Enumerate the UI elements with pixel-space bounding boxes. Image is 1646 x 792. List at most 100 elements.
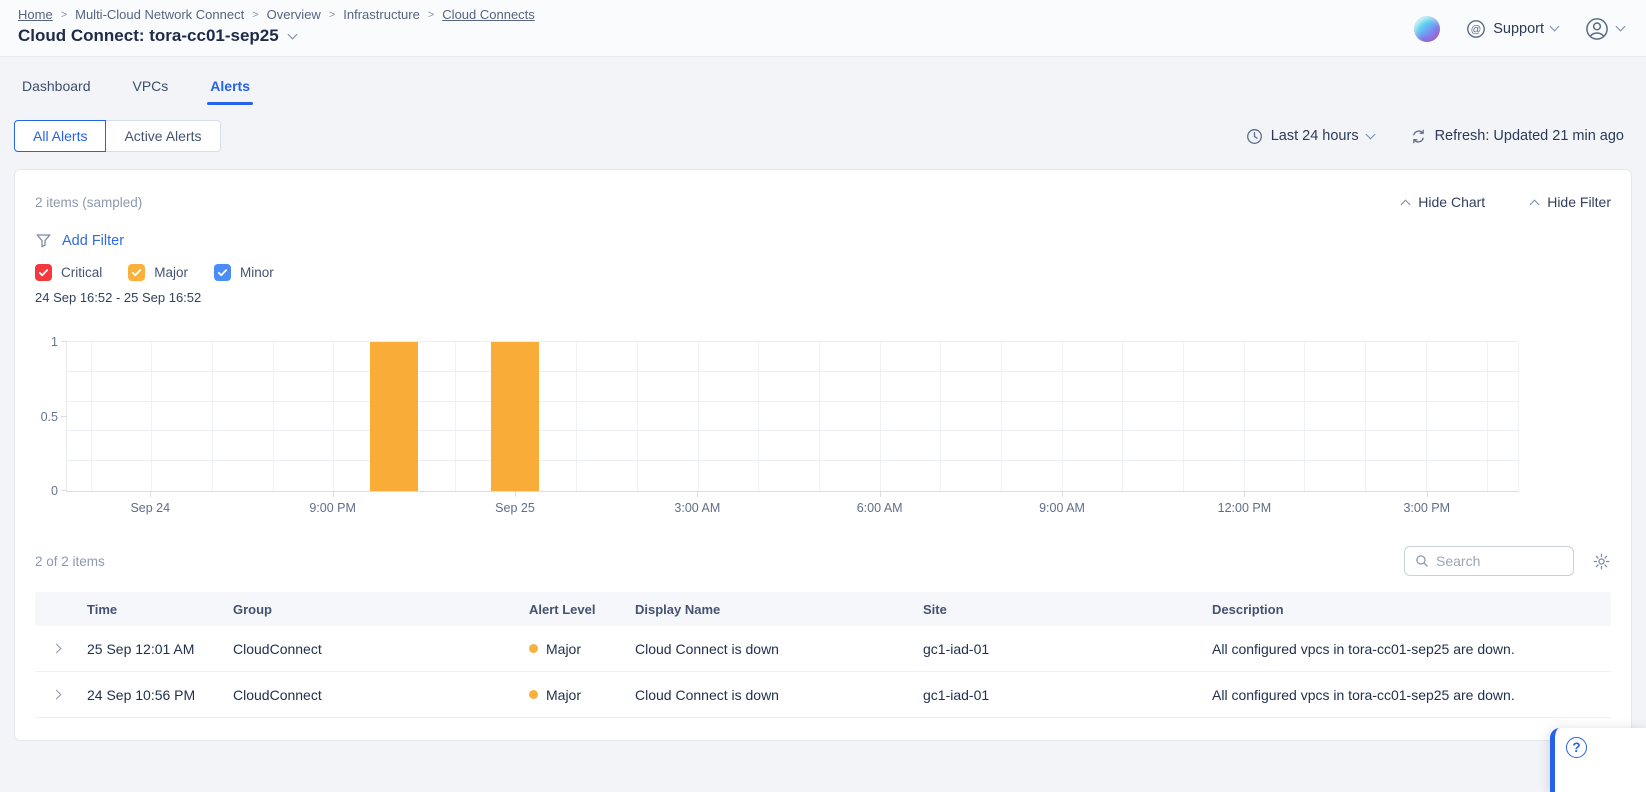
segment-active-alerts[interactable]: Active Alerts (105, 120, 220, 152)
breadcrumb-item[interactable]: Multi-Cloud Network Connect (75, 7, 244, 22)
chart-x-tick (697, 492, 698, 497)
severity-checkbox-minor[interactable]: Minor (214, 264, 274, 281)
alerts-chart: 00.51 Sep 249:00 PMSep 253:00 AM6:00 AM9… (35, 342, 1611, 522)
top-bar-left: Home > Multi-Cloud Network Connect > Overvie… (18, 7, 535, 56)
user-menu[interactable] (1584, 16, 1624, 42)
chart-horizontal-gridline (67, 401, 1518, 402)
column-header-alert-level: Alert Level (529, 602, 635, 617)
chart-vertical-gridline (1183, 342, 1184, 491)
chart-x-tick-label: 3:00 AM (674, 501, 720, 515)
clock-icon (1246, 128, 1263, 145)
top-bar-right: @ Support (1414, 7, 1624, 56)
breadcrumb: Home > Multi-Cloud Network Connect > Overvie… (18, 7, 535, 22)
support-chevron-down-icon (1550, 22, 1560, 32)
support-icon: @ (1466, 19, 1486, 39)
row-expand-button[interactable] (35, 691, 87, 698)
row-expand-button[interactable] (35, 645, 87, 652)
chart-vertical-gridline (1487, 342, 1488, 491)
chart-y-tick-label: 0.5 (41, 410, 58, 424)
chart-vertical-gridline (698, 342, 699, 491)
chart-x-tick-label: Sep 25 (495, 501, 535, 515)
table-row[interactable]: 25 Sep 12:01 AMCloudConnectMajorCloud Co… (35, 626, 1611, 672)
chart-x-tick-label: 3:00 PM (1403, 501, 1450, 515)
alert-level-label: Major (546, 641, 581, 657)
alert-level-dot-icon (529, 690, 538, 699)
checkbox-icon (35, 264, 52, 281)
tab-dashboard[interactable]: Dashboard (20, 78, 93, 105)
hide-chart-toggle[interactable]: Hide Chart (1402, 194, 1485, 210)
chevron-right-icon (52, 690, 62, 700)
chart-y-tick (61, 416, 67, 417)
chart-vertical-gridline (1062, 342, 1063, 491)
chart-vertical-gridline (1122, 342, 1123, 491)
chart-x-tick-label: Sep 24 (130, 501, 170, 515)
alerts-table: TimeGroupAlert LevelDisplay NameSiteDesc… (35, 592, 1611, 718)
cell-display-name: Cloud Connect is down (635, 641, 923, 657)
column-header-display-name: Display Name (635, 602, 923, 617)
refresh-button[interactable]: Refresh: Updated 21 min ago (1410, 128, 1624, 145)
tab-bar: Dashboard VPCs Alerts (0, 78, 1646, 105)
chart-time-range-label: 24 Sep 16:52 - 25 Sep 16:52 (35, 290, 1611, 305)
breadcrumb-separator-icon: > (252, 9, 258, 21)
severity-label: Major (154, 265, 188, 280)
help-widget[interactable]: ? (1550, 728, 1646, 792)
filter-funnel-icon (35, 232, 52, 249)
chart-vertical-gridline (819, 342, 820, 491)
title-chevron-down-icon[interactable] (287, 29, 297, 39)
breadcrumb-item[interactable]: Infrastructure (343, 7, 420, 22)
table-body: 25 Sep 12:01 AMCloudConnectMajorCloud Co… (35, 626, 1611, 718)
chart-vertical-gridline (151, 342, 152, 491)
chart-bar-major[interactable] (370, 342, 418, 491)
add-filter-button[interactable]: Add Filter (35, 232, 1611, 249)
time-range-selector[interactable]: Last 24 hours (1246, 128, 1374, 145)
table-count-label: 2 of 2 items (35, 554, 105, 569)
chart-vertical-gridline (758, 342, 759, 491)
severity-checkbox-major[interactable]: Major (128, 264, 188, 281)
chart-x-tick (333, 492, 334, 497)
search-icon (1415, 554, 1429, 568)
search-input[interactable] (1436, 553, 1563, 569)
support-menu[interactable]: @ Support (1466, 19, 1558, 39)
cell-alert-level: Major (529, 641, 635, 657)
refresh-icon (1410, 128, 1427, 145)
breadcrumb-item[interactable]: Overview (267, 7, 321, 22)
alert-level-label: Major (546, 687, 581, 703)
cell-time: 25 Sep 12:01 AM (87, 641, 233, 657)
table-header-row: TimeGroupAlert LevelDisplay NameSiteDesc… (35, 592, 1611, 626)
hide-chart-label: Hide Chart (1418, 194, 1485, 210)
chart-vertical-gridline (212, 342, 213, 491)
chart-vertical-gridline (940, 342, 941, 491)
cell-display-name: Cloud Connect is down (635, 687, 923, 703)
chart-x-tick-label: 9:00 PM (309, 501, 356, 515)
chart-bar-major[interactable] (491, 342, 539, 491)
severity-label: Minor (240, 265, 274, 280)
chart-x-tick-label: 12:00 PM (1218, 501, 1272, 515)
chart-horizontal-gridline (67, 460, 1518, 461)
brand-logo (1414, 16, 1440, 42)
alert-level-dot-icon (529, 644, 538, 653)
breadcrumb-item[interactable]: Home (18, 7, 53, 22)
cell-description: All configured vpcs in tora-cc01-sep25 a… (1212, 687, 1611, 703)
severity-checkbox-critical[interactable]: Critical (35, 264, 102, 281)
table-row[interactable]: 24 Sep 10:56 PMCloudConnectMajorCloud Co… (35, 672, 1611, 718)
chart-vertical-gridline (1365, 342, 1366, 491)
help-question-icon[interactable]: ? (1566, 737, 1587, 758)
chart-vertical-gridline (91, 342, 92, 491)
hide-filter-toggle[interactable]: Hide Filter (1531, 194, 1611, 210)
chart-horizontal-gridline (67, 371, 1518, 372)
column-header-description: Description (1212, 602, 1611, 617)
breadcrumb-separator-icon: > (329, 9, 335, 21)
breadcrumb-item[interactable]: Cloud Connects (442, 7, 535, 22)
chart-vertical-gridline (333, 342, 334, 491)
hide-filter-chevron-up-icon (1530, 199, 1540, 209)
breadcrumb-separator-icon: > (428, 9, 434, 21)
hide-chart-chevron-up-icon (1401, 199, 1411, 209)
tab-vpcs[interactable]: VPCs (131, 78, 171, 105)
user-chevron-down-icon (1616, 22, 1626, 32)
refresh-label: Refresh: Updated 21 min ago (1435, 128, 1624, 144)
chart-y-tick (61, 490, 67, 491)
segment-all-alerts[interactable]: All Alerts (14, 120, 106, 152)
table-settings-gear-icon[interactable] (1592, 552, 1611, 571)
search-box (1404, 546, 1574, 576)
tab-alerts[interactable]: Alerts (208, 78, 252, 105)
